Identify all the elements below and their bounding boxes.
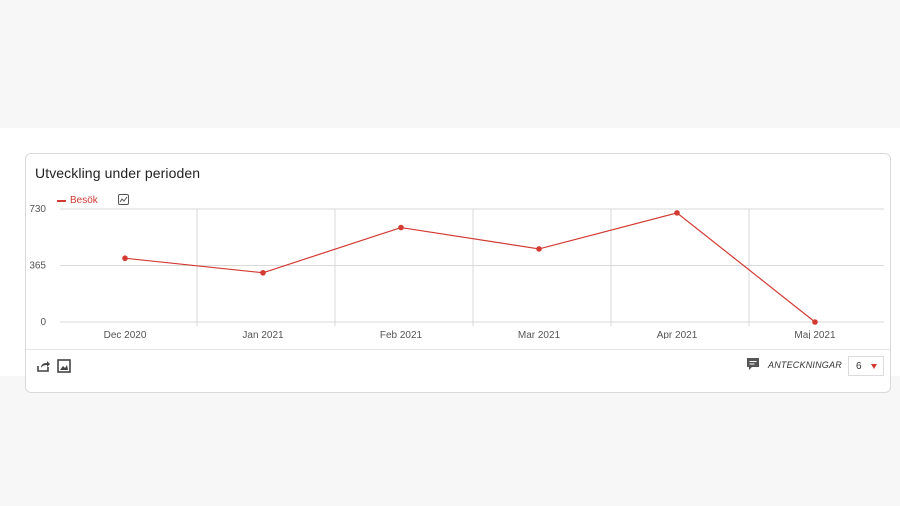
- share-icon[interactable]: [36, 359, 51, 378]
- data-point: [674, 210, 680, 216]
- x-tick-label: Feb 2021: [380, 330, 423, 339]
- x-tick-label: Dec 2020: [104, 330, 147, 339]
- y-tick-label: 730: [29, 204, 46, 215]
- data-point: [536, 246, 542, 252]
- notes-label[interactable]: ANTECKNINGAR: [768, 360, 842, 370]
- data-point: [398, 224, 404, 231]
- series-line: [124, 212, 816, 323]
- footer-divider: [26, 349, 890, 350]
- line-chart: 0 365 730 Dec 2020 Jan 2021 Feb 2021 Mar 2021 A…: [29, 204, 884, 339]
- notes-count-value: 6: [856, 360, 862, 372]
- y-tick-label: 365: [29, 261, 46, 272]
- notes-count-select[interactable]: 6: [848, 356, 884, 376]
- data-point: [260, 269, 266, 276]
- x-tick-label: Apr 2021: [657, 330, 698, 339]
- x-tick-label: Maj 2021: [794, 330, 836, 339]
- data-point: [812, 319, 818, 325]
- x-tick-label: Jan 2021: [242, 330, 284, 339]
- comment-icon[interactable]: [746, 357, 760, 376]
- x-tick-label: Mar 2021: [518, 330, 561, 339]
- data-point: [122, 255, 128, 262]
- y-tick-label: 0: [40, 317, 46, 328]
- image-export-icon[interactable]: [57, 359, 71, 378]
- chart-card: Utveckling under perioden Besök 0 365 730 D…: [25, 153, 891, 393]
- caret-down-icon: [871, 364, 877, 369]
